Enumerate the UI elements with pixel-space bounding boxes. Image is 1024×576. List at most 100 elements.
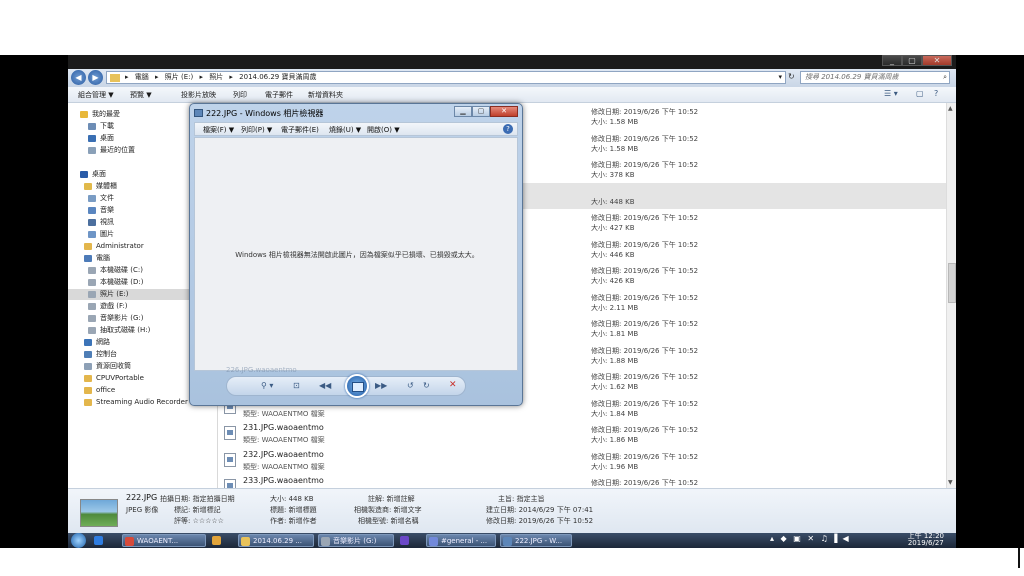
taskbar-photo-viewer[interactable]: 222.JPG - W... <box>500 534 572 547</box>
menu-file[interactable]: 檔案(F) ▼ <box>203 125 234 135</box>
nav-drive-h[interactable]: 抽取式磁碟 (H:) <box>88 325 150 336</box>
nav-recent-places[interactable]: 最近的位置 <box>88 145 135 156</box>
viewer-maximize-button[interactable]: ▢ <box>472 106 490 117</box>
search-icon[interactable]: ⌕ <box>943 72 947 83</box>
details-camera-maker[interactable]: 相機製造商: 新增文字 <box>354 505 422 515</box>
rotate-clockwise-icon[interactable]: ↻ <box>423 381 430 390</box>
desktop-icon <box>80 171 88 178</box>
breadcrumb-drive-e[interactable]: 照片 (E:) <box>165 73 193 81</box>
menu-print[interactable]: 列印(P) ▼ <box>241 125 272 135</box>
start-button[interactable] <box>71 533 86 548</box>
system-tray[interactable]: ▴ ◆ ▣ ✕ ♫ ▌◀ <box>770 534 851 543</box>
breadcrumb-current-folder[interactable]: 2014.06.29 寶貝滿周歲 <box>239 73 316 81</box>
nav-downloads[interactable]: 下載 <box>88 121 114 132</box>
maximize-button[interactable]: ▢ <box>902 55 922 66</box>
print-button[interactable]: 列印 <box>233 90 247 100</box>
nav-administrator[interactable]: Administrator <box>84 241 144 252</box>
scroll-up-icon[interactable]: ▲ <box>948 105 953 112</box>
viewer-close-button[interactable]: ✕ <box>490 106 518 117</box>
taskbar-visual-studio[interactable] <box>398 534 422 547</box>
details-authors[interactable]: 作者: 新增作者 <box>270 516 317 526</box>
list-item[interactable]: 233.JPG.waoaentmo 修改日期: 2019/6/26 下午 10:5… <box>218 474 946 488</box>
explorer-titlebar: _ ▢ ✕ <box>68 55 956 69</box>
details-camera-model[interactable]: 相機型號: 新增名稱 <box>358 516 419 526</box>
zoom-icon[interactable]: ⚲ ▾ <box>261 381 273 390</box>
nav-drive-d[interactable]: 本機磁碟 (D:) <box>88 277 143 288</box>
preview-pane-icon[interactable]: ▢ <box>916 89 924 98</box>
list-item[interactable]: 231.JPG.waoaentmo 類型: WAOAENTMO 檔案 修改日期: 2… <box>218 421 946 448</box>
details-subject[interactable]: 主旨: 指定主旨 <box>498 494 545 504</box>
rotate-counterclockwise-icon[interactable]: ↺ <box>407 381 414 390</box>
details-date-taken[interactable]: 拍攝日期: 指定拍攝日期 <box>160 494 235 504</box>
folder-icon <box>84 375 92 382</box>
recent-places-icon <box>88 147 96 154</box>
nav-desktop[interactable]: 桌面 <box>80 169 106 180</box>
nav-favorites[interactable]: 我的最愛 <box>80 109 120 120</box>
close-button[interactable]: ✕ <box>922 55 952 66</box>
nav-office[interactable]: office <box>84 385 115 396</box>
scrollbar-thumb[interactable] <box>948 263 956 303</box>
menu-burn[interactable]: 燒錄(U) ▼ <box>329 125 361 135</box>
viewer-minimize-button[interactable]: ▁ <box>454 106 472 117</box>
delete-icon[interactable]: ✕ <box>449 380 457 390</box>
nav-drive-f[interactable]: 遊戲 (F:) <box>88 301 128 312</box>
slideshow-play-button[interactable] <box>345 374 369 398</box>
previous-icon[interactable]: ◀◀ <box>319 381 331 390</box>
nav-documents[interactable]: 文件 <box>88 193 114 204</box>
details-created: 建立日期: 2014/6/29 下午 07:41 <box>486 506 594 514</box>
clock[interactable]: 上午 12:20 2019/6/27 <box>908 533 944 547</box>
minimize-button[interactable]: _ <box>882 55 902 66</box>
taskbar-chrome[interactable]: WAOAENT... <box>122 534 206 547</box>
drive-icon <box>88 267 96 274</box>
help-icon[interactable]: ? <box>503 124 513 134</box>
taskbar-app-grid[interactable] <box>210 534 234 547</box>
nav-pictures[interactable]: 圖片 <box>88 229 114 240</box>
breadcrumb-photos[interactable]: 照片 <box>209 73 223 81</box>
help-icon[interactable]: ? <box>934 89 938 98</box>
next-icon[interactable]: ▶▶ <box>375 381 387 390</box>
menu-email[interactable]: 電子郵件(E) <box>281 125 319 135</box>
nav-drive-c[interactable]: 本機磁碟 (C:) <box>88 265 143 276</box>
nav-music[interactable]: 音樂 <box>88 205 114 216</box>
nav-control-panel[interactable]: 控制台 <box>84 349 117 360</box>
address-dropdown-icon[interactable]: ▾ <box>778 72 782 83</box>
back-button[interactable]: ◀ <box>71 70 86 85</box>
details-tags[interactable]: 標記: 新增標記 <box>174 505 221 515</box>
list-item[interactable]: 232.JPG.waoaentmo 類型: WAOAENTMO 檔案 修改日期: 2… <box>218 448 946 475</box>
taskbar-explorer-folder[interactable]: 2014.06.29 ... <box>238 534 314 547</box>
new-folder-button[interactable]: 新增資料夾 <box>308 90 343 100</box>
details-comments[interactable]: 註解: 新增註解 <box>368 494 415 504</box>
nav-recycle-bin[interactable]: 資源回收筒 <box>84 361 131 372</box>
actual-size-icon[interactable]: ⊡ <box>293 381 300 390</box>
email-button[interactable]: 電子郵件 <box>265 90 293 100</box>
viewer-menu-bar: 檔案(F) ▼ 列印(P) ▼ 電子郵件(E) 燒錄(U) ▼ 開啟(O) ▼ … <box>194 122 518 136</box>
refresh-icon[interactable]: ↻ <box>788 72 795 81</box>
address-bar[interactable]: ▸ 電腦 ▸ 照片 (E:) ▸ 照片 ▸ 2014.06.29 寶貝滿周歲 ▾ <box>106 71 786 84</box>
preview-button[interactable]: 預覽 ▼ <box>130 90 152 100</box>
image-file-icon <box>224 479 236 488</box>
details-rating[interactable]: 評等: ☆☆☆☆☆ <box>174 516 224 526</box>
nav-libraries[interactable]: 媒體櫃 <box>84 181 117 192</box>
breadcrumb-computer[interactable]: 電腦 <box>135 73 149 81</box>
taskbar-drive-g[interactable]: 音樂影片 (G:) <box>318 534 394 547</box>
nav-computer[interactable]: 電腦 <box>84 253 110 264</box>
scroll-down-icon[interactable]: ▼ <box>948 479 953 486</box>
menu-open[interactable]: 開啟(O) ▼ <box>367 125 400 135</box>
slideshow-button[interactable]: 投影片放映 <box>181 90 216 100</box>
nav-network[interactable]: 網路 <box>84 337 110 348</box>
search-input[interactable]: 搜尋 2014.06.29 寶貝滿周歲 ⌕ <box>800 71 950 84</box>
taskbar-discord[interactable]: #general - ... <box>426 534 496 547</box>
nav-drive-g[interactable]: 音樂影片 (G:) <box>88 313 143 324</box>
nav-desktop-fav[interactable]: 桌面 <box>88 133 114 144</box>
taskbar-ie[interactable] <box>92 534 118 547</box>
details-title[interactable]: 標題: 新增標題 <box>270 505 317 515</box>
file-list-scrollbar[interactable]: ▲ ▼ <box>946 103 956 488</box>
details-modified: 修改日期: 2019/6/26 下午 10:52 <box>486 517 594 525</box>
nav-streaming-audio-recorder[interactable]: Streaming Audio Recorder <box>84 397 188 408</box>
forward-button[interactable]: ▶ <box>88 70 103 85</box>
drive-icon <box>88 315 96 322</box>
view-options-icon[interactable]: ☰ ▾ <box>884 89 898 98</box>
nav-videos[interactable]: 視訊 <box>88 217 114 228</box>
organize-button[interactable]: 組合管理 ▼ <box>78 90 114 100</box>
nav-cpuvportable[interactable]: CPUVPortable <box>84 373 144 384</box>
